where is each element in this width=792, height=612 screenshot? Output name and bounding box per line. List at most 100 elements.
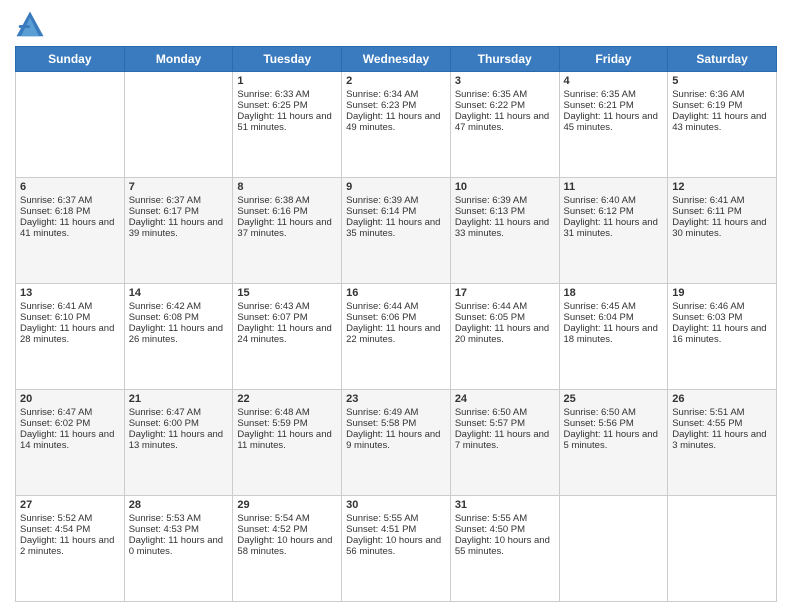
calendar-cell: 18Sunrise: 6:45 AMSunset: 6:04 PMDayligh… (559, 284, 668, 390)
daylight-text: Daylight: 10 hours and 56 minutes. (346, 535, 446, 557)
sunrise-text: Sunrise: 5:53 AM (129, 513, 229, 524)
day-number: 29 (237, 499, 337, 511)
sunset-text: Sunset: 6:10 PM (20, 312, 120, 323)
calendar-body: 1Sunrise: 6:33 AMSunset: 6:25 PMDaylight… (16, 72, 777, 602)
calendar-cell: 17 Sunrise: 6:44 AMSunset: 6:05 PMDayligh… (450, 284, 559, 390)
week-row-5: 27Sunrise: 5:52 AMSunset: 4:54 PMDayligh… (16, 496, 777, 602)
day-number: 15 (237, 287, 337, 299)
sunrise-text: Sunrise: 6:43 AM (237, 301, 337, 312)
calendar-cell: 7Sunrise: 6:37 AMSunset: 6:17 PMDaylight… (124, 178, 233, 284)
calendar-cell: 15Sunrise: 6:43 AMSunset: 6:07 PMDayligh… (233, 284, 342, 390)
daylight-text: Daylight: 11 hours and 43 minutes. (672, 111, 772, 133)
daylight-text: Daylight: 11 hours and 11 minutes. (237, 429, 337, 451)
day-number: 6 (20, 181, 120, 193)
calendar-cell: 21Sunrise: 6:47 AMSunset: 6:00 PMDayligh… (124, 390, 233, 496)
daylight-text: Daylight: 11 hours and 45 minutes. (564, 111, 664, 133)
calendar-cell: 9Sunrise: 6:39 AMSunset: 6:14 PMDaylight… (342, 178, 451, 284)
week-row-1: 1Sunrise: 6:33 AMSunset: 6:25 PMDaylight… (16, 72, 777, 178)
sunrise-text: Sunrise: 6:41 AM (20, 301, 120, 312)
day-number: 17 (455, 287, 555, 299)
daylight-text: Daylight: 11 hours and 24 minutes. (237, 323, 337, 345)
sunset-text: Sunset: 4:53 PM (129, 524, 229, 535)
daylight-text: Daylight: 11 hours and 14 minutes. (20, 429, 120, 451)
calendar-cell: 30Sunrise: 5:55 AMSunset: 4:51 PMDayligh… (342, 496, 451, 602)
daylight-text: Daylight: 11 hours and 28 minutes. (20, 323, 120, 345)
sunset-text: Sunset: 4:51 PM (346, 524, 446, 535)
daylight-text: Daylight: 11 hours and 9 minutes. (346, 429, 446, 451)
week-row-2: 6Sunrise: 6:37 AMSunset: 6:18 PMDaylight… (16, 178, 777, 284)
sunset-text: Sunset: 6:19 PM (672, 100, 772, 111)
daylight-text: Daylight: 10 hours and 58 minutes. (237, 535, 337, 557)
day-number: 2 (346, 75, 446, 87)
day-number: 14 (129, 287, 229, 299)
daylight-text: Daylight: 11 hours and 39 minutes. (129, 217, 229, 239)
calendar-cell: 12Sunrise: 6:41 AMSunset: 6:11 PMDayligh… (668, 178, 777, 284)
calendar-cell (559, 496, 668, 602)
calendar-cell: 11Sunrise: 6:40 AMSunset: 6:12 PMDayligh… (559, 178, 668, 284)
sunset-text: Sunset: 5:57 PM (455, 418, 555, 429)
sunrise-text: Sunrise: 6:49 AM (346, 407, 446, 418)
day-number: 31 (455, 499, 555, 511)
sunrise-text: Sunrise: 6:50 AM (564, 407, 664, 418)
sunset-text: Sunset: 5:58 PM (346, 418, 446, 429)
daylight-text: Daylight: 11 hours and 31 minutes. (564, 217, 664, 239)
calendar-cell (124, 72, 233, 178)
sunset-text: Sunset: 5:59 PM (237, 418, 337, 429)
daylight-text: Daylight: 11 hours and 22 minutes. (346, 323, 446, 345)
sunset-text: Sunset: 6:04 PM (564, 312, 664, 323)
daylight-text: Daylight: 11 hours and 7 minutes. (455, 429, 555, 451)
sunrise-text: Sunrise: 6:39 AM (455, 195, 555, 206)
day-number: 1 (237, 75, 337, 87)
calendar-cell: 31Sunrise: 5:55 AMSunset: 4:50 PMDayligh… (450, 496, 559, 602)
calendar-cell: 24Sunrise: 6:50 AMSunset: 5:57 PMDayligh… (450, 390, 559, 496)
sunrise-text: Sunrise: 6:47 AM (129, 407, 229, 418)
day-header-sunday: Sunday (16, 47, 125, 72)
sunrise-text: Sunrise: 6:48 AM (237, 407, 337, 418)
day-number: 22 (237, 393, 337, 405)
daylight-text: Daylight: 11 hours and 47 minutes. (455, 111, 555, 133)
sunrise-text: Sunrise: 5:55 AM (455, 513, 555, 524)
day-number: 18 (564, 287, 664, 299)
calendar-cell: 2Sunrise: 6:34 AMSunset: 6:23 PMDaylight… (342, 72, 451, 178)
sunset-text: Sunset: 6:11 PM (672, 206, 772, 217)
calendar-cell: 29Sunrise: 5:54 AMSunset: 4:52 PMDayligh… (233, 496, 342, 602)
day-number: 28 (129, 499, 229, 511)
calendar-cell: 4Sunrise: 6:35 AMSunset: 6:21 PMDaylight… (559, 72, 668, 178)
day-number: 30 (346, 499, 446, 511)
sunset-text: Sunset: 6:23 PM (346, 100, 446, 111)
daylight-text: Daylight: 11 hours and 41 minutes. (20, 217, 120, 239)
sunset-text: Sunset: 6:22 PM (455, 100, 555, 111)
header-row: SundayMondayTuesdayWednesdayThursdayFrid… (16, 47, 777, 72)
calendar-cell: 23 Sunrise: 6:49 AMSunset: 5:58 PMDayligh… (342, 390, 451, 496)
sunset-text: Sunset: 6:00 PM (129, 418, 229, 429)
sunset-text: Sunset: 5:56 PM (564, 418, 664, 429)
sunrise-text: Sunrise: 6:35 AM (564, 89, 664, 100)
sunrise-text: Sunrise: 5:52 AM (20, 513, 120, 524)
logo (15, 10, 49, 40)
daylight-text: Daylight: 11 hours and 20 minutes. (455, 323, 555, 345)
day-number: 4 (564, 75, 664, 87)
sunset-text: Sunset: 6:12 PM (564, 206, 664, 217)
daylight-text: Daylight: 11 hours and 37 minutes. (237, 217, 337, 239)
day-number: 12 (672, 181, 772, 193)
sunset-text: Sunset: 6:05 PM (455, 312, 555, 323)
daylight-text: Daylight: 11 hours and 16 minutes. (672, 323, 772, 345)
day-header-friday: Friday (559, 47, 668, 72)
day-header-tuesday: Tuesday (233, 47, 342, 72)
sunset-text: Sunset: 4:55 PM (672, 418, 772, 429)
sunrise-text: Sunrise: 6:44 AM (455, 301, 555, 312)
day-number: 11 (564, 181, 664, 193)
sunset-text: Sunset: 6:06 PM (346, 312, 446, 323)
day-number: 16 (346, 287, 446, 299)
calendar-cell: 27Sunrise: 5:52 AMSunset: 4:54 PMDayligh… (16, 496, 125, 602)
day-number: 3 (455, 75, 555, 87)
daylight-text: Daylight: 11 hours and 0 minutes. (129, 535, 229, 557)
day-number: 9 (346, 181, 446, 193)
day-number: 23 (346, 393, 446, 405)
calendar-cell: 16Sunrise: 6:44 AMSunset: 6:06 PMDayligh… (342, 284, 451, 390)
sunset-text: Sunset: 4:50 PM (455, 524, 555, 535)
calendar-cell: 25Sunrise: 6:50 AMSunset: 5:56 PMDayligh… (559, 390, 668, 496)
sunrise-text: Sunrise: 6:36 AM (672, 89, 772, 100)
page: SundayMondayTuesdayWednesdayThursdayFrid… (0, 0, 792, 612)
calendar-header: SundayMondayTuesdayWednesdayThursdayFrid… (16, 47, 777, 72)
